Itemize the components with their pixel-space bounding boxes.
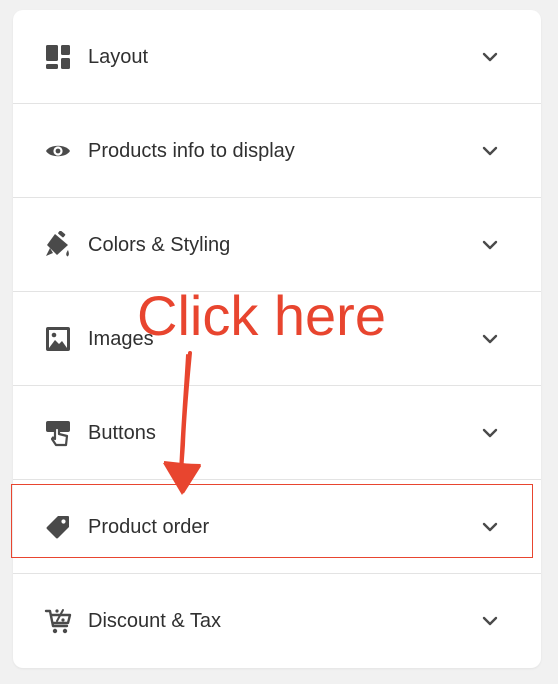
accordion-item-label: Discount & Tax	[88, 610, 222, 632]
accordion-item-layout[interactable]: Layout	[13, 10, 541, 104]
accordion-item-discount-tax[interactable]: Discount & Tax	[13, 574, 541, 668]
accordion-item-label: Layout	[88, 46, 149, 68]
cart-discount-icon	[44, 607, 72, 635]
accordion-item-colors-styling[interactable]: Colors & Styling	[13, 198, 541, 292]
settings-accordion: Layout Products info to display Colors &…	[13, 10, 541, 668]
chevron-down-icon[interactable]	[479, 516, 501, 538]
accordion-item-label: Products info to display	[88, 140, 295, 162]
chevron-down-icon[interactable]	[479, 234, 501, 256]
button-press-icon	[44, 419, 72, 447]
accordion-item-label: Colors & Styling	[88, 234, 231, 256]
accordion-item-label: Product order	[88, 516, 210, 538]
accordion-item-buttons[interactable]: Buttons	[13, 386, 541, 480]
chevron-down-icon[interactable]	[479, 422, 501, 444]
chevron-down-icon[interactable]	[479, 46, 501, 68]
accordion-item-label: Buttons	[88, 422, 156, 444]
tag-icon	[44, 513, 72, 541]
accordion-item-product-order[interactable]: Product order	[13, 480, 541, 574]
chevron-down-icon[interactable]	[479, 328, 501, 350]
eye-icon	[44, 137, 72, 165]
accordion-item-images[interactable]: Images	[13, 292, 541, 386]
image-icon	[44, 325, 72, 353]
accordion-item-products-info[interactable]: Products info to display	[13, 104, 541, 198]
chevron-down-icon[interactable]	[479, 140, 501, 162]
accordion-item-label: Images	[88, 328, 154, 350]
chevron-down-icon[interactable]	[479, 610, 501, 632]
layout-icon	[44, 43, 72, 71]
paint-bucket-icon	[44, 231, 72, 259]
